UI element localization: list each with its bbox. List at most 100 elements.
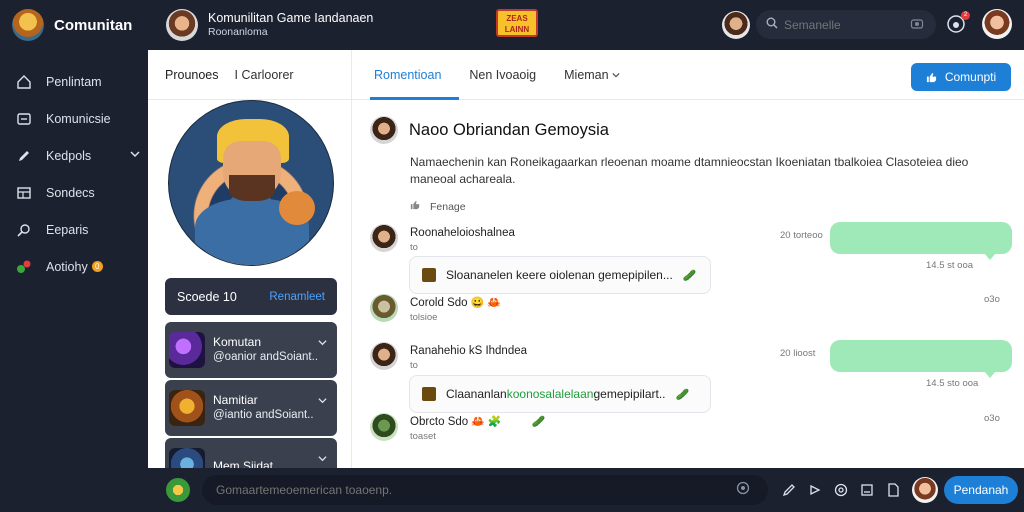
group-avatar[interactable]: [166, 9, 198, 41]
comment-time: 20 lioost: [780, 348, 816, 359]
sidebar-item-search[interactable]: Eeparis: [0, 211, 148, 248]
composer-avatar[interactable]: [166, 478, 190, 502]
leaf-icon: 🥒: [531, 416, 546, 428]
chevron-down-icon[interactable]: [318, 392, 327, 410]
sidebar: Comunitan Penlintam Komunicsie Kedpols S…: [0, 0, 148, 512]
post-header: Naoo Obriandan Gemoysia: [370, 116, 990, 144]
sidebar-item-community[interactable]: Komunicsie: [0, 100, 148, 137]
tab-members[interactable]: Mieman: [564, 50, 620, 100]
top-bar: Komunilitan Game Iandanaen Roonanloma ZE…: [148, 0, 1024, 50]
sidebar-item-home[interactable]: Penlintam: [0, 63, 148, 100]
emoji-reactions: 😀 🦀: [470, 297, 501, 309]
comment-author: Roonaheloioshalnea: [410, 227, 515, 239]
game-icon: [422, 387, 436, 401]
sidebar-item-activity[interactable]: Aotiohy 0: [0, 248, 148, 285]
score-link[interactable]: Renamleet: [269, 291, 325, 303]
app-window: Comunitan Penlintam Komunicsie Kedpols S…: [0, 0, 1024, 512]
hero-avatar[interactable]: [168, 100, 334, 266]
hero-beard: [229, 175, 275, 201]
group-subtitle: Roonanloma: [208, 26, 268, 38]
search-icon: [16, 222, 32, 238]
comment-time: 20 torteoo: [780, 230, 823, 241]
pen-icon[interactable]: [780, 481, 798, 499]
grid-icon: [16, 185, 32, 201]
notification-badge: 2: [961, 11, 970, 20]
profile-panel: Prounoes I Carloorer Scoede 10 Renamleet…: [148, 50, 352, 472]
list-item[interactable]: Namitiar @iantio andSoiant..: [165, 380, 337, 436]
search-input[interactable]: [784, 17, 904, 32]
comment-avatar[interactable]: [370, 224, 398, 252]
comment-avatar[interactable]: [370, 294, 398, 322]
tab-explorer[interactable]: I Carloorer: [235, 68, 294, 82]
post-title: Naoo Obriandan Gemoysia: [409, 120, 609, 139]
main-tabs: Romentioan Nen Ivoaoig Mieman Comunpti: [352, 50, 1024, 100]
group-header: Komunilitan Game Iandanaen Roonanloma: [208, 11, 373, 39]
activity-badge: 0: [91, 261, 103, 272]
main-content: Romentioan Nen Ivoaoig Mieman Comunpti N…: [352, 50, 1024, 468]
composer-bar: Pendanah: [148, 468, 1024, 512]
search-box: [756, 10, 936, 39]
camera-icon[interactable]: [910, 17, 924, 34]
sidebar-item-label: Eeparis: [46, 222, 89, 237]
sidebar-item-label: Sondecs: [46, 185, 95, 200]
tab-mentions[interactable]: Romentioan: [369, 50, 460, 100]
game-thumbnail: [169, 332, 205, 368]
game-subtitle: @iantio andSoiant..: [213, 409, 314, 421]
tab-members-label: Mieman: [564, 67, 609, 82]
sidebar-item-label: Aotiohy: [46, 259, 88, 274]
game-thumbnail: [169, 390, 205, 426]
chevron-down-icon[interactable]: [318, 334, 327, 352]
bell-icon: [946, 15, 966, 38]
comment-author: Corold Sdo: [410, 297, 468, 309]
comment: Corold Sdo 😀 🦀 tolsioe: [370, 294, 1010, 325]
comment-message[interactable]: Claananlan koonosalalelaan gemepipilart.…: [409, 375, 711, 413]
comment-author: Ranahehio kS Ihdndea: [410, 345, 528, 357]
composer-box: [202, 475, 768, 505]
pen-icon: [16, 148, 32, 164]
like-icon: [410, 200, 420, 213]
chevron-down-icon[interactable]: [130, 148, 140, 162]
sidebar-item-sections[interactable]: Sondecs: [0, 174, 148, 211]
notification-button[interactable]: 2: [946, 11, 970, 38]
comment-avatar[interactable]: [370, 413, 398, 441]
sidebar-item-label: Komunicsie: [46, 111, 111, 126]
search-icon: [766, 17, 778, 32]
tab-new-voice[interactable]: Nen Ivoaoig: [469, 50, 536, 100]
activity-icon: [16, 259, 32, 275]
reply-bubble[interactable]: [830, 222, 1012, 260]
chevron-down-icon: [612, 72, 620, 77]
reply-bubble[interactable]: [830, 340, 1012, 378]
comment-message[interactable]: Sloananelen keere oiolenan gemepipilen..…: [409, 256, 711, 294]
post-author-avatar[interactable]: [370, 116, 398, 144]
profile-avatar[interactable]: [982, 9, 1012, 39]
chevron-down-icon[interactable]: [318, 450, 327, 468]
list-item[interactable]: Mem Siidat: [165, 438, 337, 472]
comment-message-highlight: koonosalalelaan: [506, 387, 594, 401]
user-avatar-small[interactable]: [722, 11, 750, 39]
score-label: Scoede 10: [177, 289, 237, 304]
sidebar-item-posts[interactable]: Kedpols: [0, 137, 148, 174]
reply-time: 14.5 st ooa: [926, 260, 974, 271]
post-body: Namaechenin kan Roneikagaarkan rleoenan …: [410, 155, 969, 186]
game-logo[interactable]: ZEAS LAINN: [496, 9, 538, 37]
file-icon[interactable]: [884, 481, 902, 499]
emoji-icon[interactable]: [736, 481, 750, 500]
composer-tools: Pendanah: [780, 476, 1018, 504]
comment-avatar[interactable]: [370, 342, 398, 370]
post-meta[interactable]: Fenage: [410, 200, 990, 213]
comment-author: Obrcto Sdo: [410, 416, 469, 428]
community-button[interactable]: Comunpti: [911, 63, 1011, 91]
sidebar-nav: Penlintam Komunicsie Kedpols Sondecs Eep…: [0, 63, 148, 285]
send-button[interactable]: Pendanah: [944, 476, 1018, 504]
tab-profile[interactable]: Prounoes: [165, 68, 219, 82]
list-item[interactable]: Komutan @oanior andSoiant..: [165, 322, 337, 378]
composer-profile-avatar[interactable]: [912, 477, 938, 503]
app-logo[interactable]: Comunitan: [0, 0, 148, 50]
message-input[interactable]: [216, 483, 736, 497]
inbox-icon: [16, 111, 32, 127]
post: Naoo Obriandan Gemoysia Namaechenin kan …: [370, 116, 990, 213]
image-icon[interactable]: [858, 481, 876, 499]
at-icon[interactable]: [832, 481, 850, 499]
share-icon[interactable]: [806, 481, 824, 499]
app-title: Comunitan: [54, 16, 133, 34]
